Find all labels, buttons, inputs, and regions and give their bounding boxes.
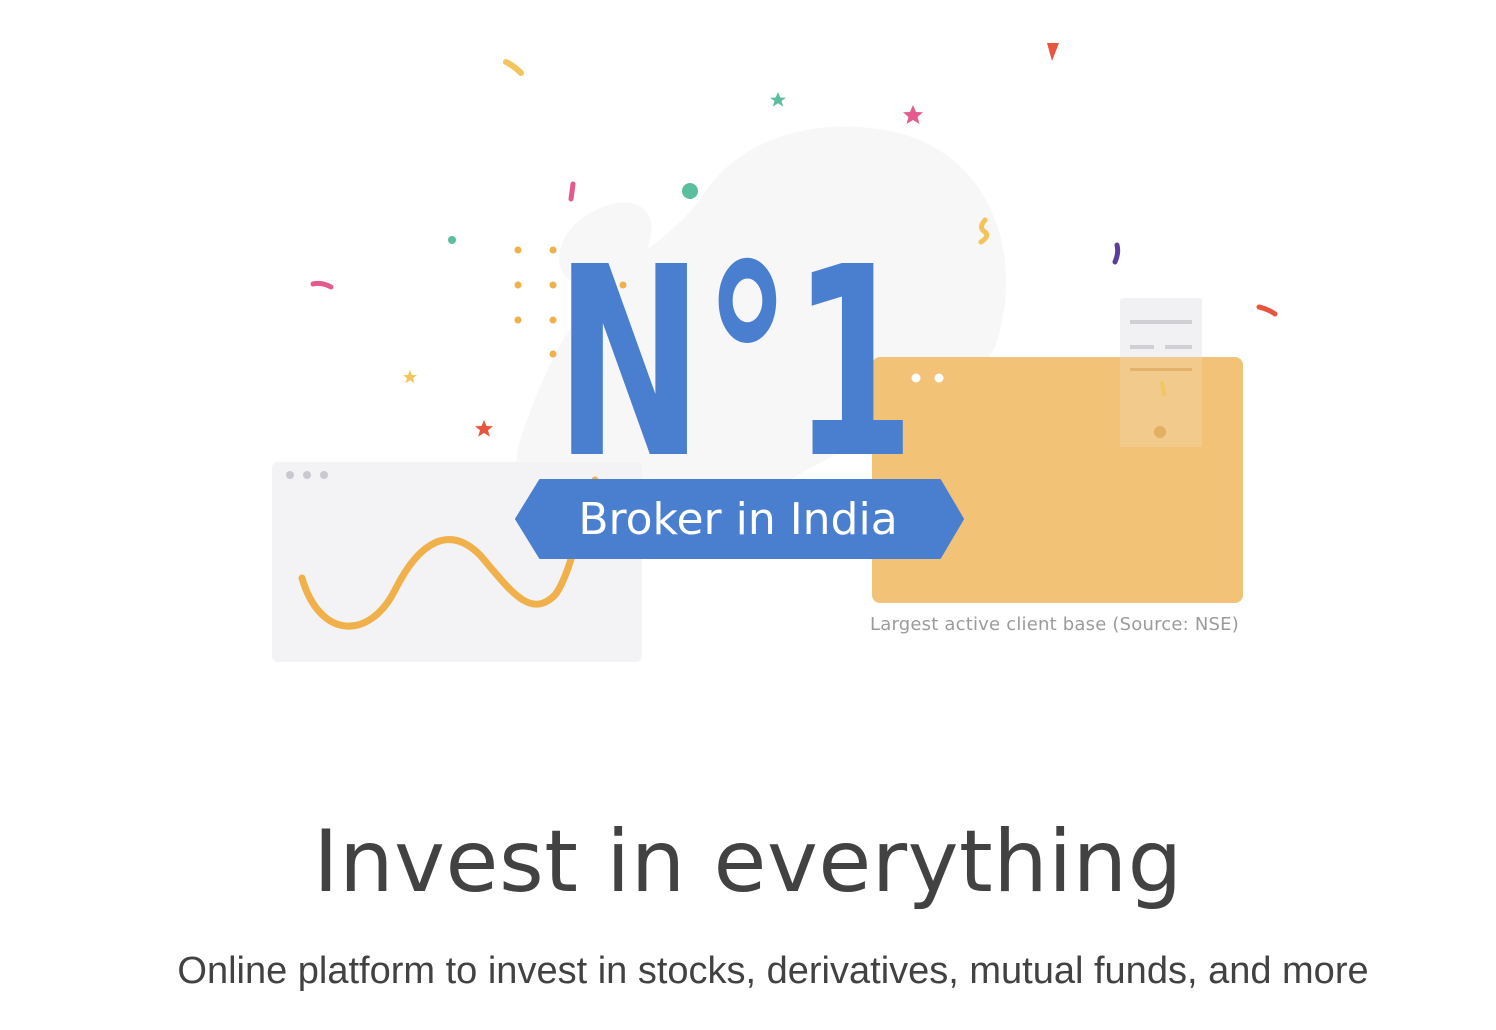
- hero-graphic: N°1 Broker in India: [272, 43, 1278, 662]
- page-subheadline: Online platform to invest in stocks, der…: [177, 950, 1369, 992]
- client-base-caption: Largest active client base (Source: NSE): [870, 614, 1239, 635]
- page-headline: Invest in everything: [313, 812, 1183, 912]
- badge-ribbon: Broker in India: [515, 479, 964, 559]
- hero-illustration: N°1 Broker in India Largest active clien…: [0, 0, 1496, 700]
- rank-label: N°1: [555, 211, 915, 516]
- badge-label: Broker in India: [578, 494, 897, 545]
